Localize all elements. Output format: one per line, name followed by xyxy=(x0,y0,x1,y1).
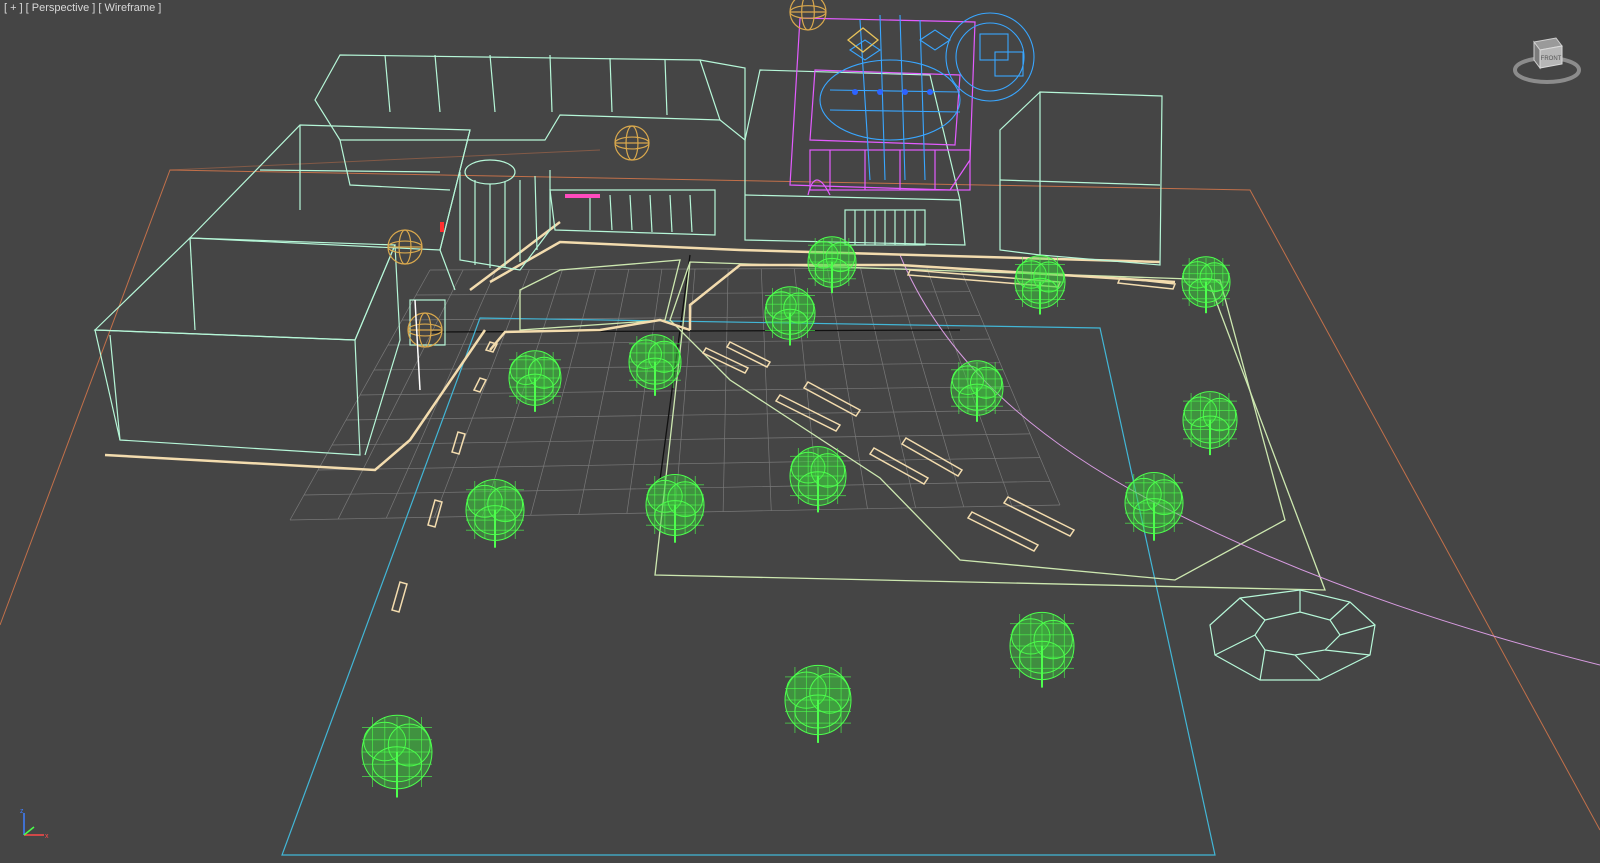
tree-objects[interactable] xyxy=(361,236,1238,798)
scene-wireframe[interactable] xyxy=(0,0,1600,863)
tree-object[interactable] xyxy=(645,474,705,543)
light-sphere[interactable] xyxy=(614,125,650,161)
selected-building-object[interactable] xyxy=(789,12,1035,196)
tree-object[interactable] xyxy=(1014,255,1066,315)
light-sphere[interactable] xyxy=(407,312,443,348)
viewport-view-menu[interactable]: [ Perspective ] xyxy=(26,2,96,14)
tree-object[interactable] xyxy=(628,334,682,396)
tree-object[interactable] xyxy=(950,360,1004,422)
axis-label-x: x xyxy=(45,833,49,840)
perspective-viewport[interactable]: [ + ] [ Perspective ] [ Wireframe ] FRON… xyxy=(0,0,1600,863)
tree-object[interactable] xyxy=(1124,472,1184,541)
viewcube-face-label: FRONT xyxy=(1541,56,1562,62)
tree-object[interactable] xyxy=(789,446,847,513)
light-sphere[interactable] xyxy=(789,0,827,31)
tree-object[interactable] xyxy=(807,236,857,294)
tree-object[interactable] xyxy=(1181,256,1231,314)
tree-object[interactable] xyxy=(764,286,816,346)
viewport-shading-menu[interactable]: [ Wireframe ] xyxy=(98,2,161,14)
tree-object[interactable] xyxy=(465,479,525,548)
viewport-label-menu[interactable]: [ + ] [ Perspective ] [ Wireframe ] xyxy=(4,2,161,14)
red-marker[interactable] xyxy=(440,222,444,232)
light-sphere[interactable] xyxy=(387,229,423,265)
tree-object[interactable] xyxy=(361,714,433,798)
axis-tripod-icon: z x xyxy=(14,805,54,845)
axis-label-z: z xyxy=(20,808,24,815)
magenta-sign[interactable] xyxy=(565,194,600,198)
tree-object[interactable] xyxy=(1009,611,1075,688)
grid-axis-lines xyxy=(429,254,961,481)
tree-object[interactable] xyxy=(1182,391,1238,456)
viewport-plus-menu[interactable]: [ + ] xyxy=(4,2,23,14)
tree-object[interactable] xyxy=(508,350,562,412)
spline-path[interactable] xyxy=(899,254,1600,666)
tree-object[interactable] xyxy=(784,664,852,743)
viewcube-icon[interactable]: FRONT xyxy=(1512,28,1582,88)
